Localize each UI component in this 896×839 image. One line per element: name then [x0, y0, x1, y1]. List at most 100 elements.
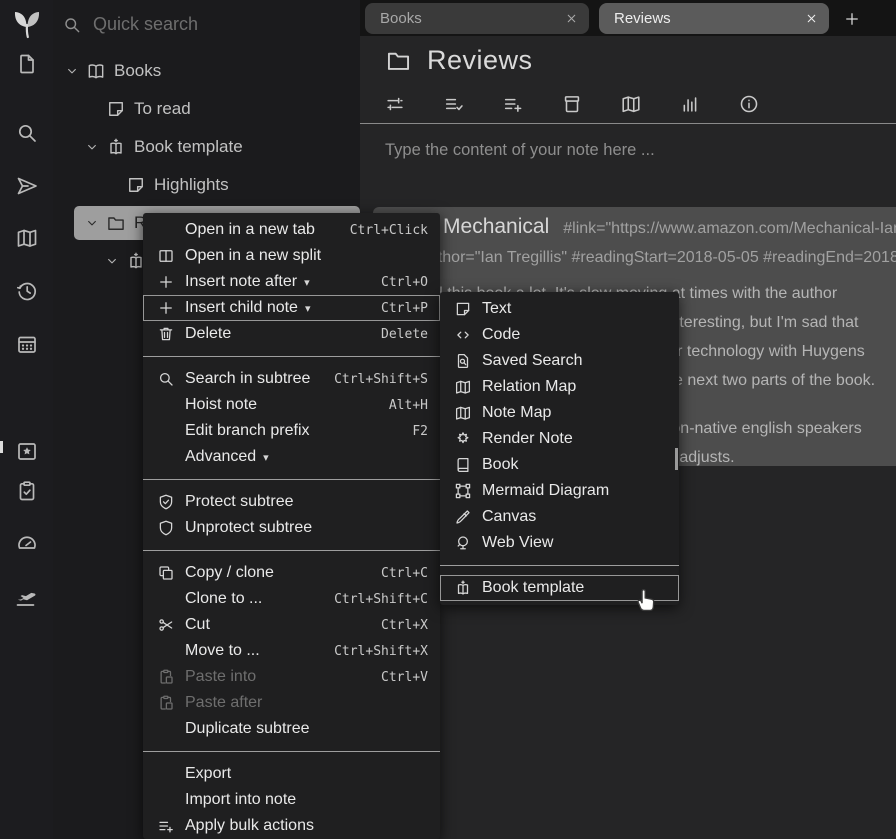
menu-item-label: Text	[482, 300, 511, 318]
tree-item-books[interactable]: Books	[53, 52, 360, 90]
book-open-icon	[86, 61, 106, 81]
note-title[interactable]: Reviews	[427, 45, 533, 76]
send-icon	[15, 174, 39, 198]
chevron-down-icon[interactable]	[84, 139, 106, 155]
search-launcher-button[interactable]	[0, 119, 53, 147]
menu-item-relation-map[interactable]: Relation Map	[440, 374, 679, 400]
menu-item-web-view[interactable]: Web View	[440, 530, 679, 556]
tab-close-icon[interactable]	[564, 11, 579, 26]
menu-separator	[143, 550, 440, 551]
menu-item-shortcut: Ctrl+V	[371, 670, 428, 685]
menu-item-canvas[interactable]: Canvas	[440, 504, 679, 530]
menu-item-copy-clone[interactable]: Copy / cloneCtrl+C	[143, 560, 440, 586]
menu-item-label: Export	[185, 765, 231, 783]
menu-item-label: Note Map	[482, 404, 551, 422]
history-launcher-button[interactable]	[0, 277, 53, 305]
menu-item-label: Hoist note	[185, 396, 257, 414]
calendar-launcher-button[interactable]	[0, 330, 53, 358]
tree-item-book-template[interactable]: Book template	[53, 128, 360, 166]
chevron-down-icon[interactable]	[104, 253, 126, 269]
menu-item-unprotect-subtree[interactable]: Unprotect subtree	[143, 515, 440, 541]
menu-item-label: Clone to ...	[185, 590, 262, 608]
menu-item-shortcut: Delete	[371, 327, 428, 342]
archive-ribbon-button[interactable]	[561, 93, 583, 115]
menu-item-label: Book	[482, 456, 518, 474]
menu-item-duplicate-subtree[interactable]: Duplicate subtree	[143, 716, 440, 742]
trash-icon	[157, 325, 175, 343]
menu-item-shortcut: Ctrl+Shift+C	[324, 592, 428, 607]
search-icon	[157, 370, 175, 388]
menu-item-mermaid-diagram[interactable]: Mermaid Diagram	[440, 478, 679, 504]
list-plus-icon	[502, 93, 524, 115]
file-launcher-button[interactable]	[0, 50, 53, 78]
menu-item-hoist-note[interactable]: Hoist noteAlt+H	[143, 392, 440, 418]
info-ribbon-button[interactable]	[738, 93, 760, 115]
menu-item-export[interactable]: Export	[143, 761, 440, 787]
menu-item-label: Duplicate subtree	[185, 720, 310, 738]
clipboard-check-launcher-button[interactable]	[0, 477, 53, 505]
tab-close-icon[interactable]	[804, 11, 819, 26]
tree-context-menu: Open in a new tabCtrl+ClickOpen in a new…	[143, 213, 440, 839]
send-launcher-button[interactable]	[0, 172, 53, 200]
menu-item-search-in-subtree[interactable]: Search in subtreeCtrl+Shift+S	[143, 366, 440, 392]
menu-item-code[interactable]: Code	[440, 322, 679, 348]
menu-item-label: Advanced	[185, 448, 256, 466]
tab-books[interactable]: Books	[365, 3, 589, 34]
bar-chart-ribbon-button[interactable]	[679, 93, 701, 115]
list-check-ribbon-button[interactable]	[443, 93, 465, 115]
menu-item-label: Paste after	[185, 694, 262, 712]
menu-item-advanced[interactable]: Advanced▾	[143, 444, 440, 470]
menu-item-cut[interactable]: CutCtrl+X	[143, 612, 440, 638]
quick-search-input[interactable]: Quick search	[62, 14, 198, 35]
plane-takeoff-launcher-button[interactable]	[0, 583, 53, 611]
new-tab-button[interactable]	[839, 6, 865, 32]
menu-item-paste-after[interactable]: Paste after	[143, 690, 440, 716]
tree-item-to-read[interactable]: To read	[53, 90, 360, 128]
menu-item-render-note[interactable]: Render Note	[440, 426, 679, 452]
menu-item-open-in-a-new-split[interactable]: Open in a new split	[143, 243, 440, 269]
launcher-bar	[0, 0, 53, 839]
tree-item-label: Highlights	[154, 175, 229, 195]
menu-item-move-to[interactable]: Move to ...Ctrl+Shift+X	[143, 638, 440, 664]
tree-item-highlights[interactable]: Highlights	[53, 166, 360, 204]
menu-item-text[interactable]: Text	[440, 296, 679, 322]
submenu-scrollbar[interactable]	[675, 448, 678, 470]
trilium-logo-icon[interactable]	[7, 5, 47, 45]
menu-item-open-in-a-new-tab[interactable]: Open in a new tabCtrl+Click	[143, 217, 440, 243]
menu-item-import-into-note[interactable]: Import into note	[143, 787, 440, 813]
file-icon	[15, 52, 39, 76]
menu-item-apply-bulk-actions[interactable]: Apply bulk actions	[143, 813, 440, 839]
map-launcher-button[interactable]	[0, 224, 53, 252]
menu-item-clone-to[interactable]: Clone to ... Ctrl+Shift+C	[143, 586, 440, 612]
caret-down-icon: ▾	[304, 276, 310, 289]
gauge-launcher-button[interactable]	[0, 529, 53, 557]
chevron-down-icon[interactable]	[64, 63, 86, 79]
map-ribbon-button[interactable]	[620, 93, 642, 115]
menu-item-insert-note-after[interactable]: Insert note after▾Ctrl+O	[143, 269, 440, 295]
menu-item-shortcut: Ctrl+X	[371, 618, 428, 633]
tab-reviews[interactable]: Reviews	[599, 3, 829, 34]
menu-item-delete[interactable]: DeleteDelete	[143, 321, 440, 347]
shield-check-icon	[157, 493, 177, 511]
app-window: Quick search BooksTo readBook templateHi…	[0, 0, 896, 839]
menu-item-note-map[interactable]: Note Map	[440, 400, 679, 426]
calendar-star-launcher-button[interactable]	[0, 437, 53, 465]
menu-item-book[interactable]: Book	[440, 452, 679, 478]
menu-item-edit-branch-prefix[interactable]: Edit branch prefixF2	[143, 418, 440, 444]
menu-item-saved-search[interactable]: Saved Search	[440, 348, 679, 374]
chevron-down-icon[interactable]	[84, 215, 106, 231]
menu-item-label: Insert child note	[185, 299, 298, 317]
map-icon	[454, 378, 472, 396]
note-content-editor[interactable]: Type the content of your note here ...	[360, 124, 896, 160]
note-icon	[454, 300, 474, 318]
web-icon	[454, 534, 474, 552]
menu-item-paste-into[interactable]: Paste intoCtrl+V	[143, 664, 440, 690]
menu-item-label: Unprotect subtree	[185, 519, 312, 537]
calendar-icon	[15, 332, 39, 356]
mermaid-icon	[454, 482, 472, 500]
menu-item-label: Move to ...	[185, 642, 260, 660]
list-plus-ribbon-button[interactable]	[502, 93, 524, 115]
menu-item-protect-subtree[interactable]: Protect subtree	[143, 489, 440, 515]
menu-item-insert-child-note[interactable]: Insert child note▾Ctrl+P	[143, 295, 440, 321]
tune-ribbon-button[interactable]	[384, 93, 406, 115]
